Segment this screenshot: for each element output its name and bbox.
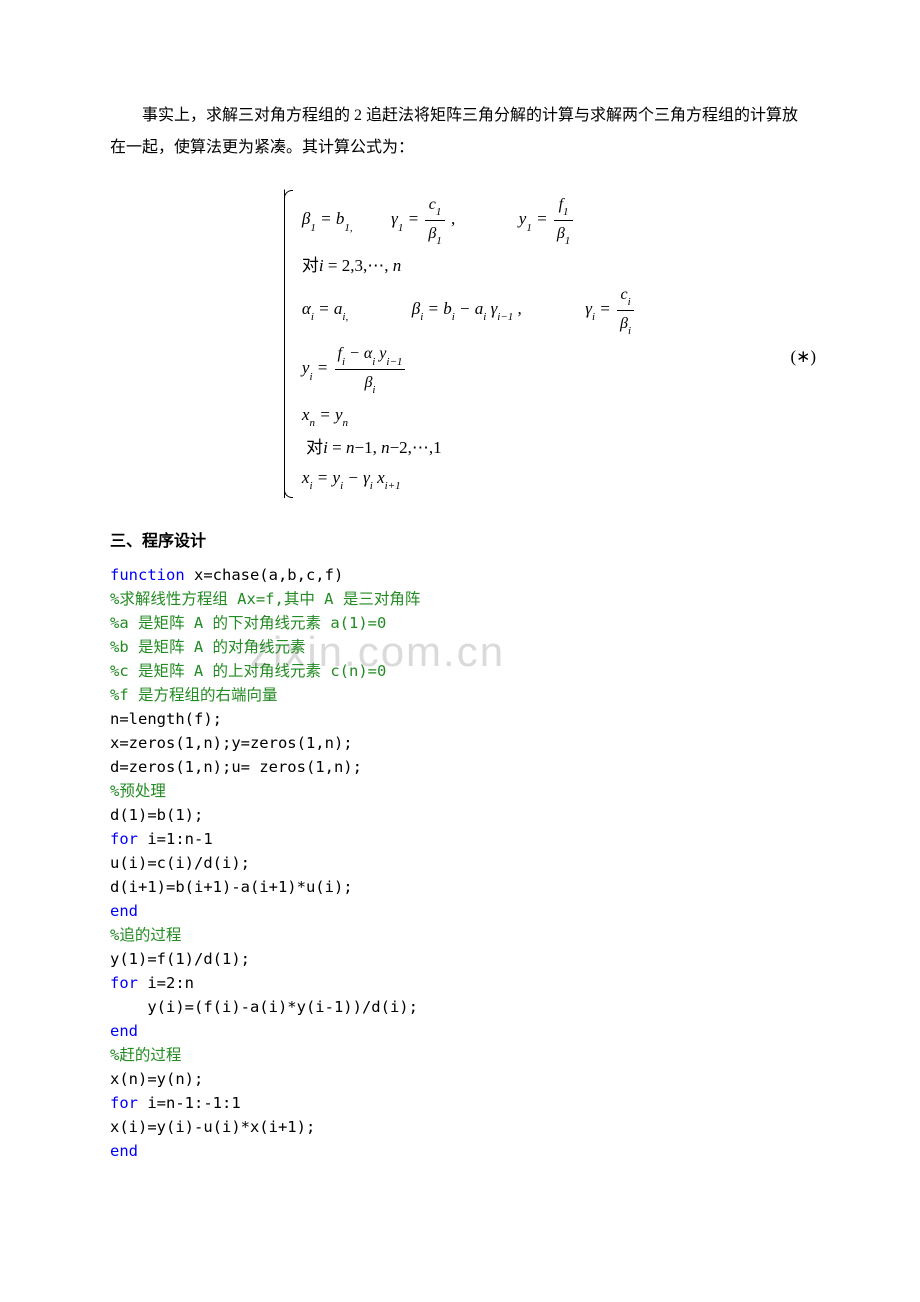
formula-line-5: xn = yn [302, 401, 636, 431]
formula-line-1: β1 = b1, γ1 = c1β1 , y1 = f1β1 [302, 192, 636, 249]
intro-paragraph: 事实上，求解三对角方程组的 2 追赶法将矩阵三角分解的计算与求解两个三角方程组的… [110, 100, 810, 164]
formula-line-4: yi = fi − αi yi−1βi [302, 341, 636, 398]
formula-line-7: xi = yi − γi xi+1 [302, 464, 636, 494]
formula-block: β1 = b1, γ1 = c1β1 , y1 = f1β1 对i = 2,3,… [110, 189, 810, 497]
formula-line-2: 对i = 2,3,⋯, n [302, 252, 636, 279]
formula-line-3: αi = ai, βi = bi − ai γi−1 , γi = ciβi [302, 282, 636, 339]
section-heading: 三、程序设计 [110, 527, 810, 551]
formula-label: (∗) [790, 343, 816, 370]
formula-line-6: 对i = n−1, n−2,⋯,1 [302, 434, 636, 461]
code-block: function x=chase(a,b,c,f) %求解线性方程组 Ax=f,… [110, 563, 810, 1163]
